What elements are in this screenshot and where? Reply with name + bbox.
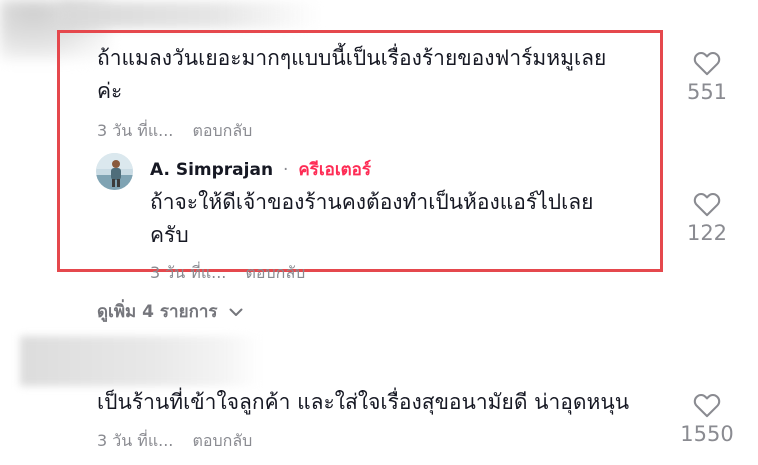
reply-text-line: ครับ <box>150 223 189 247</box>
creator-badge: ครีเอเตอร์ <box>298 160 372 180</box>
comment-time: 3 วัน ที่แ... <box>97 121 174 140</box>
comment-meta: 3 วัน ที่แ... ตอบกลับ <box>97 119 252 144</box>
blurred-avatar <box>20 336 260 386</box>
reply-text: ถ้าจะให้ดีเจ้าของร้านคงต้องทำเป็นห้องแอร… <box>150 186 660 252</box>
reply-button[interactable]: ตอบกลับ <box>192 431 252 450</box>
comment-text: ถ้าแมลงวันเยอะมากๆแบบนี้เป็นเรื่องร้ายขอ… <box>97 42 667 108</box>
reply-author[interactable]: A. Simprajan <box>150 160 273 180</box>
comment-meta: 3 วัน ที่แ... ตอบกลับ <box>97 429 252 454</box>
like-count: 122 <box>686 221 728 245</box>
heart-icon[interactable] <box>693 392 721 418</box>
comment-time: 3 วัน ที่แ... <box>97 431 174 450</box>
avatar-image <box>96 153 133 190</box>
reply-header: A. Simprajan · ครีเอเตอร์ <box>150 156 371 183</box>
reply-time: 3 วัน ที่แ... <box>150 263 227 282</box>
like-button[interactable]: 1550 <box>672 392 742 446</box>
comment-text-line: ค่ะ <box>97 79 123 103</box>
view-more-label: ดูเพิ่ม 4 รายการ <box>97 302 218 322</box>
heart-icon[interactable] <box>693 191 721 217</box>
like-count: 1550 <box>680 422 734 446</box>
blurred-username <box>60 2 320 28</box>
comment-text: เป็นร้านที่เข้าใจลูกค้า และใส่ใจเรื่องสุ… <box>97 390 630 414</box>
view-more-replies-button[interactable]: ดูเพิ่ม 4 รายการ <box>97 298 243 325</box>
reply-button[interactable]: ตอบกลับ <box>245 263 305 282</box>
like-button[interactable]: 122 <box>677 191 737 245</box>
reply-text-line: ถ้าจะให้ดีเจ้าของร้านคงต้องทำเป็นห้องแอร… <box>150 190 594 214</box>
avatar[interactable] <box>96 153 133 190</box>
reply-meta: 3 วัน ที่แ... ตอบกลับ <box>150 261 305 286</box>
comment-text-line: ถ้าแมลงวันเยอะมากๆแบบนี้เป็นเรื่องร้ายขอ… <box>97 46 607 70</box>
like-button[interactable]: 551 <box>677 50 737 104</box>
like-count: 551 <box>686 80 728 104</box>
chevron-down-icon <box>229 308 243 316</box>
separator: · <box>282 160 289 180</box>
heart-icon[interactable] <box>693 50 721 76</box>
reply-button[interactable]: ตอบกลับ <box>192 121 252 140</box>
